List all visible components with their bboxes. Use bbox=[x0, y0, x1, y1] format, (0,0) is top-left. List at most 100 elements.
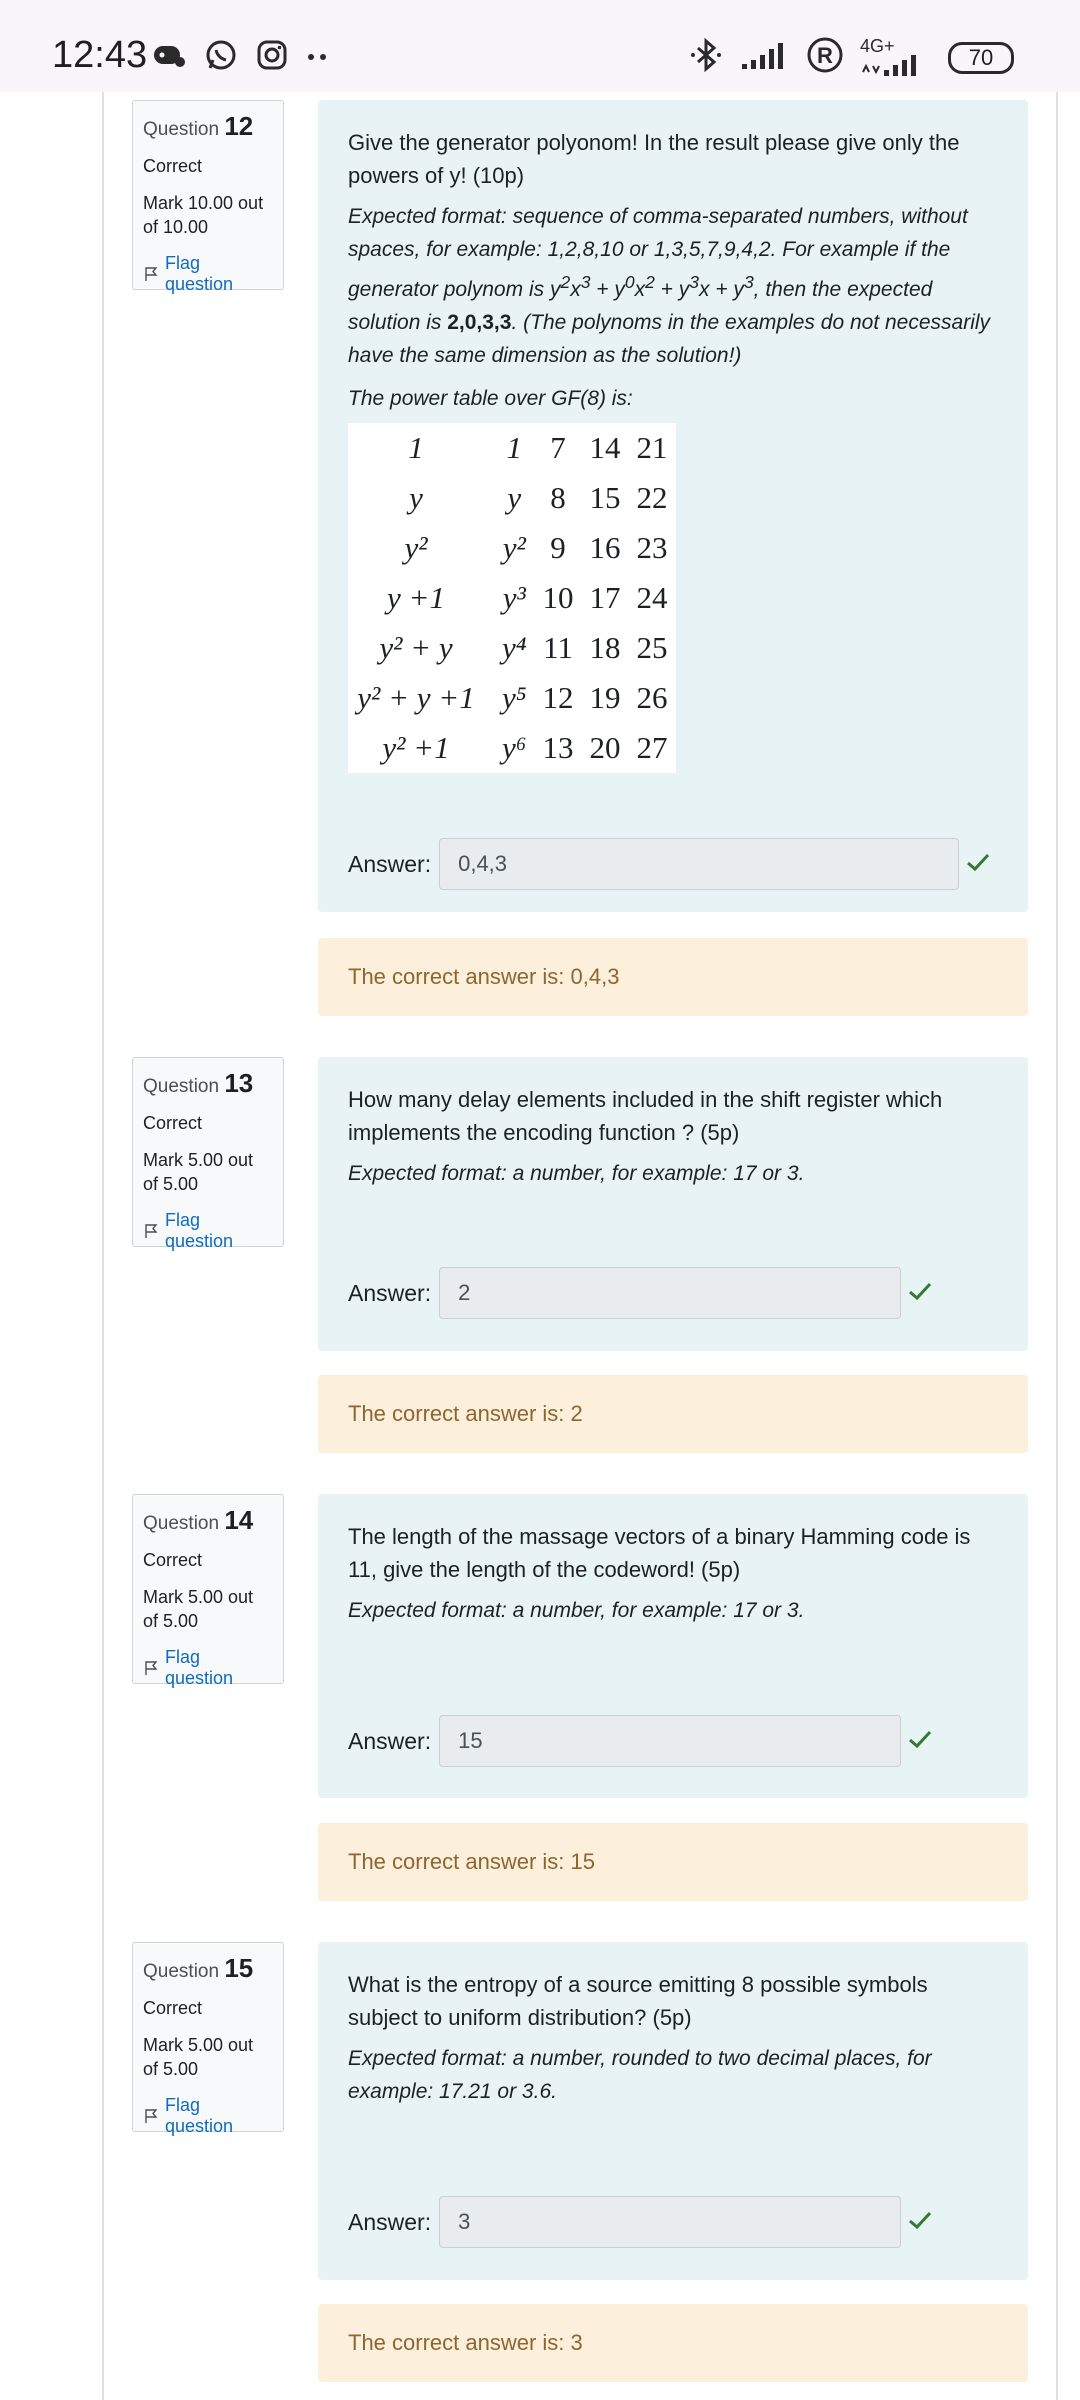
power-table-cell: y⁶ bbox=[502, 730, 527, 765]
correct-check-icon bbox=[907, 1280, 933, 1307]
flag-icon bbox=[145, 267, 158, 281]
question-state: Correct bbox=[143, 1113, 203, 1133]
power-table-cell: y bbox=[409, 480, 423, 515]
answer-input[interactable]: 2 bbox=[439, 1267, 902, 1319]
question-info: Question 13 Correct Mark 5.00 out of 5.0… bbox=[132, 1057, 284, 1251]
correct-answer-feedback: The correct answer is: 2 bbox=[318, 1375, 1028, 1453]
question-text: The length of the massage vectors of a b… bbox=[348, 1524, 971, 1582]
power-table-cell: 24 bbox=[636, 580, 668, 615]
question-grade: Mark 5.00 out of 5.00 bbox=[143, 1587, 254, 1631]
flag-icon bbox=[145, 2109, 158, 2123]
power-table-cell: 26 bbox=[636, 680, 668, 715]
power-table-cell: 7 bbox=[550, 430, 566, 465]
question-info: Question 14 Correct Mark 5.00 out of 5.0… bbox=[132, 1494, 284, 1688]
question-label: Question bbox=[143, 119, 220, 140]
correct-check-icon bbox=[907, 2209, 933, 2236]
power-table-row: y² + y +1 y⁵ 12 19 26 bbox=[348, 673, 676, 723]
power-table-cell: 10 bbox=[542, 580, 574, 615]
correct-check-icon bbox=[965, 851, 991, 878]
expected-format: Expected format: a number, rounded to tw… bbox=[348, 2047, 932, 2103]
question-label: Question bbox=[143, 1076, 220, 1097]
power-table-cell: y² + y bbox=[379, 630, 453, 665]
question-text: How many delay elements included in the … bbox=[348, 1087, 943, 1145]
signal-icon bbox=[740, 40, 790, 75]
question-number: 13 bbox=[224, 1068, 254, 1098]
question-label: Question bbox=[143, 1513, 220, 1534]
answer-input[interactable]: 15 bbox=[439, 1715, 902, 1767]
flag-question-button[interactable]: Flag question bbox=[143, 2095, 273, 2137]
flag-icon bbox=[145, 1224, 158, 1238]
correct-answer-feedback: The correct answer is: 15 bbox=[318, 1823, 1028, 1901]
power-table-cell: 23 bbox=[636, 530, 668, 565]
power-table-cell: 18 bbox=[589, 630, 621, 665]
whatsapp-icon bbox=[204, 38, 238, 77]
bluetooth-icon bbox=[688, 37, 724, 78]
flag-question-button[interactable]: Flag question bbox=[143, 1647, 273, 1689]
more-notifications-icon bbox=[306, 49, 330, 67]
answer-input[interactable]: 3 bbox=[439, 2196, 902, 2248]
flag-question-button[interactable]: Flag question bbox=[143, 253, 273, 295]
power-table-cell: 12 bbox=[542, 680, 574, 715]
power-table-cell: 8 bbox=[550, 480, 566, 515]
power-table-cell: 19 bbox=[589, 680, 621, 715]
question-content: Give the generator polyonom! In the resu… bbox=[318, 100, 1028, 912]
power-table-row: y² +1 y⁶ 13 20 27 bbox=[348, 723, 676, 773]
power-table-cell: 9 bbox=[550, 530, 566, 565]
power-table-cell: 21 bbox=[636, 430, 668, 465]
power-table-cell: 17 bbox=[589, 580, 621, 615]
question-grade: Mark 5.00 out of 5.00 bbox=[143, 1150, 254, 1194]
roaming-icon: R bbox=[806, 36, 844, 79]
expected-format: Expected format: a number, for example: … bbox=[348, 1599, 805, 1622]
question-content: How many delay elements included in the … bbox=[318, 1057, 1028, 1351]
answer-label: Answer: bbox=[348, 850, 432, 877]
question-text: Give the generator polyonom! In the resu… bbox=[348, 130, 960, 188]
correct-answer-feedback: The correct answer is: 3 bbox=[318, 2304, 1028, 2382]
power-table-cell: 20 bbox=[589, 730, 621, 765]
power-table-cell: 1 bbox=[408, 430, 424, 465]
flag-question-button[interactable]: Flag question bbox=[143, 1210, 273, 1252]
question-state: Correct bbox=[143, 1550, 203, 1570]
power-table: 1 1 7 14 21 y y 8 15 22 y² y² 9 16 23 y +1 y³ 10 17 24 y² + … bbox=[348, 423, 676, 773]
question-content: What is the entropy of a source emitting… bbox=[318, 1942, 1028, 2280]
power-table-row: y² y² 9 16 23 bbox=[348, 523, 676, 573]
expected-format: Expected format: sequence of comma-separ… bbox=[348, 205, 991, 367]
question-text: What is the entropy of a source emitting… bbox=[348, 1972, 928, 2030]
example-solution: 2,0,3,3 bbox=[447, 311, 512, 334]
question-info: Question 15 Correct Mark 5.00 out of 5.0… bbox=[132, 1942, 284, 2136]
power-table-cell: y² + y +1 bbox=[357, 680, 475, 715]
battery-indicator: 70 bbox=[948, 41, 1014, 74]
power-table-cell: 11 bbox=[543, 630, 573, 665]
question-content: The length of the massage vectors of a b… bbox=[318, 1494, 1028, 1798]
question-number: 12 bbox=[224, 111, 254, 141]
power-table-cell: 15 bbox=[589, 480, 621, 515]
power-table-cell: 14 bbox=[589, 430, 621, 465]
clock: 12:43 bbox=[52, 34, 148, 76]
power-table-cell: 27 bbox=[636, 730, 668, 765]
power-table-cell: y³ bbox=[502, 580, 526, 615]
power-table-cell: y² bbox=[404, 530, 428, 565]
question-number: 15 bbox=[224, 1953, 254, 1983]
correct-check-icon bbox=[907, 1728, 933, 1755]
answer-label: Answer: bbox=[348, 1279, 432, 1306]
power-table-row: y y 8 15 22 bbox=[348, 473, 676, 523]
power-table-cell: y⁵ bbox=[502, 680, 527, 715]
power-table-cell: 25 bbox=[636, 630, 668, 665]
flag-question-label: Flag question bbox=[164, 253, 234, 294]
question-label: Question bbox=[143, 1961, 220, 1982]
power-table-cell: y² +1 bbox=[382, 730, 450, 765]
correct-answer-feedback: The correct answer is: 0,4,3 bbox=[318, 938, 1028, 1016]
question-grade: Mark 5.00 out of 5.00 bbox=[143, 2035, 254, 2079]
power-table-cell: 22 bbox=[636, 480, 668, 515]
power-table-row: 1 1 7 14 21 bbox=[348, 423, 676, 473]
power-table-cell: 1 bbox=[506, 430, 523, 465]
answer-input[interactable]: 0,4,3 bbox=[439, 838, 960, 890]
table-intro: The power table over GF(8) is: bbox=[348, 387, 633, 410]
power-table-row: y +1 y³ 10 17 24 bbox=[348, 573, 676, 623]
game-controller-icon bbox=[152, 40, 186, 75]
question-info: Question 12 Correct Mark 10.00 out of 10… bbox=[132, 100, 284, 294]
power-table-cell: 16 bbox=[589, 530, 621, 565]
question-grade: Mark 10.00 out of 10.00 bbox=[143, 193, 264, 237]
flag-question-label: Flag question bbox=[164, 2095, 234, 2136]
expected-format: Expected format: a number, for example: … bbox=[348, 1162, 805, 1185]
power-table-row: y² + y y⁴ 11 18 25 bbox=[348, 623, 676, 673]
